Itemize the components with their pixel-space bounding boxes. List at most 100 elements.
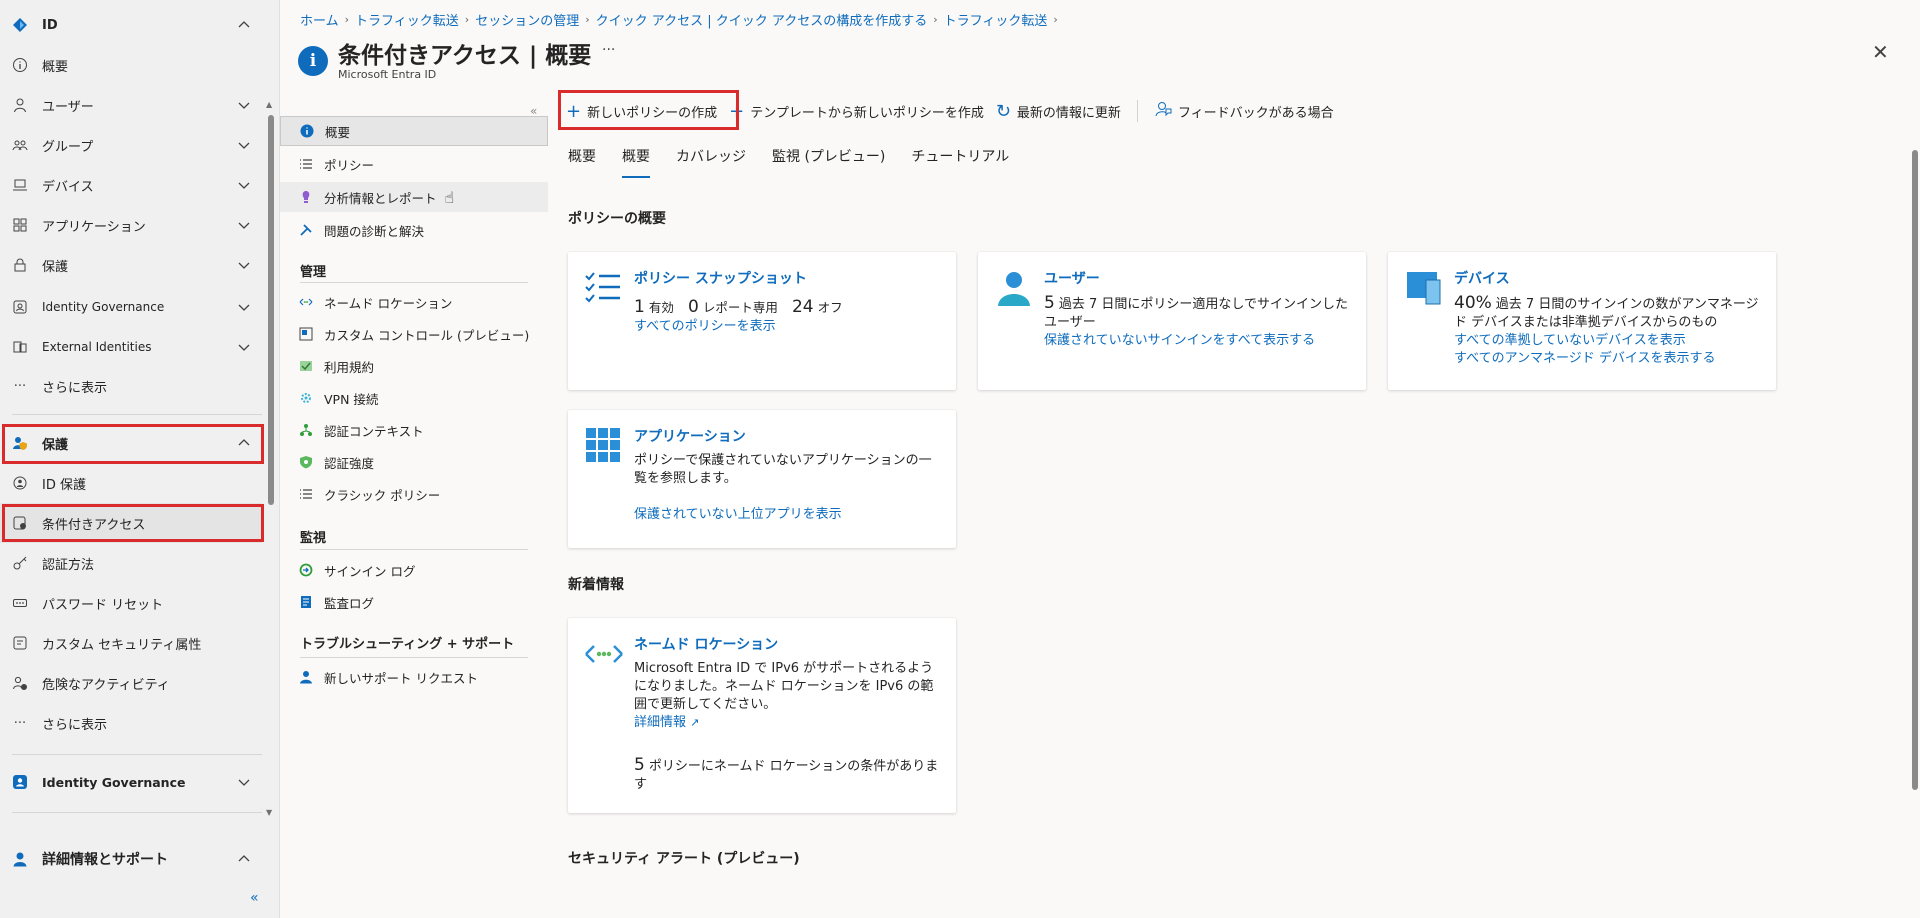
nav-item-identity-governance[interactable]: Identity Governance (0, 287, 262, 327)
main-scrollbar[interactable] (1912, 150, 1918, 790)
chevron-up-icon[interactable] (234, 849, 254, 869)
breadcrumb-link[interactable]: ホーム (300, 10, 339, 29)
breadcrumb-link[interactable]: トラフィック転送 (944, 10, 1048, 29)
card-title[interactable]: アプリケーション (634, 426, 746, 446)
support-icon (10, 849, 30, 869)
chevron-down-icon[interactable] (234, 175, 254, 195)
nav-item-protection-collapsed[interactable]: 保護 (0, 245, 262, 285)
nav-item-id[interactable]: ID (0, 5, 262, 45)
menu-item-new-support-request[interactable]: 新しいサポート リクエスト (280, 662, 548, 692)
menu-item-policies[interactable]: ポリシー (280, 149, 548, 179)
tab-overview-2[interactable]: 概要 (622, 146, 650, 178)
users-card: ユーザー 5 過去 7 日間にポリシー適用なしでサインインしたユーザー 保護されて… (978, 252, 1366, 390)
breadcrumb-link[interactable]: クイック アクセス | クイック アクセスの構成を作成する (596, 10, 928, 29)
nav-item-id-protection[interactable]: ID 保護 (0, 463, 262, 503)
learn-more-link[interactable]: 詳細情報 ↗ (634, 714, 942, 732)
menu-label: クラシック ポリシー (324, 487, 441, 503)
card-title[interactable]: デバイス (1454, 268, 1510, 288)
nav-item-users[interactable]: ユーザー (0, 85, 262, 125)
chevron-up-icon[interactable] (234, 15, 254, 35)
refresh-button[interactable]: ↻ 最新の情報に更新 (990, 94, 1127, 128)
menu-item-diagnose-solve[interactable]: 問題の診断と解決 (280, 215, 548, 245)
nav-item-groups[interactable]: グループ (0, 125, 262, 165)
named-locations-text: Microsoft Entra ID で IPv6 がサポートされるようになりま… (634, 661, 934, 712)
breadcrumb-link[interactable]: トラフィック転送 (355, 10, 459, 29)
menu-item-overview[interactable]: 概要 (280, 116, 548, 146)
nav-label: デバイス (42, 179, 94, 195)
chevron-right-icon: › (1053, 13, 1058, 26)
apps-text: ポリシーで保護されていないアプリケーションの一覧を参照します。 (634, 453, 932, 486)
chevron-down-icon[interactable] (234, 297, 254, 317)
named-policy-count: 5 (634, 755, 645, 775)
menu-item-auth-strength[interactable]: 認証強度 (280, 447, 548, 477)
chevron-down-icon[interactable] (234, 255, 254, 275)
breadcrumb-link[interactable]: セッションの管理 (475, 10, 579, 29)
chevron-down-icon[interactable] (234, 337, 254, 357)
nav-item-learn-support[interactable]: 詳細情報とサポート (0, 839, 262, 879)
feedback-button[interactable]: フィードバックがある場合 (1148, 94, 1340, 128)
more-icon: ··· (13, 378, 27, 394)
chevron-down-icon[interactable] (234, 215, 254, 235)
nav-item-auth-methods[interactable]: 認証方法 (0, 543, 262, 583)
view-noncompliant-devices-link[interactable]: すべての準拠していないデバイスを表示 (1454, 332, 1762, 350)
nav-item-identity-governance-section[interactable]: Identity Governance (0, 762, 262, 802)
menu-item-auth-context[interactable]: 認証コンテキスト (280, 415, 548, 445)
menu-item-named-locations[interactable]: ネームド ロケーション (280, 287, 548, 317)
view-unprotected-signins-link[interactable]: 保護されていないサインインをすべて表示する (1044, 332, 1352, 350)
view-unprotected-apps-link[interactable]: 保護されていない上位アプリを表示 (634, 506, 942, 524)
chevron-down-icon[interactable] (234, 95, 254, 115)
collapse-nav-icon[interactable]: « (250, 890, 259, 906)
menu-item-terms-of-use[interactable]: 利用規約 (280, 351, 548, 381)
nav-item-overview[interactable]: 概要 (0, 45, 262, 85)
left-nav-scrollbar[interactable] (268, 115, 274, 505)
card-title[interactable]: ユーザー (1044, 268, 1100, 288)
nav-label: さらに表示 (42, 717, 108, 733)
menu-item-audit-logs[interactable]: 監査ログ (280, 587, 548, 617)
nav-item-applications[interactable]: アプリケーション (0, 205, 262, 245)
view-unmanaged-devices-link[interactable]: すべてのアンマネージド デバイスを表示する (1454, 350, 1762, 368)
card-title[interactable]: ポリシー スナップショット (634, 268, 807, 288)
named-locations-card: ネームド ロケーション Microsoft Entra ID で IPv6 がサ… (568, 618, 956, 813)
button-label: 最新の情報に更新 (1016, 105, 1121, 121)
nav-item-password-reset[interactable]: パスワード リセット (0, 583, 262, 623)
nav-item-devices[interactable]: デバイス (0, 165, 262, 205)
classic-icon (298, 486, 314, 502)
menu-item-classic-policies[interactable]: クラシック ポリシー (280, 479, 548, 509)
chevron-down-icon[interactable] (234, 135, 254, 155)
signin-icon (298, 562, 314, 578)
close-button[interactable]: ✕ (1872, 40, 1889, 64)
chevron-right-icon: › (933, 13, 938, 26)
info-icon (10, 55, 30, 75)
tab-tutorials[interactable]: チュートリアル (911, 146, 1009, 176)
tab-coverage[interactable]: カバレッジ (676, 146, 746, 176)
nav-item-show-more-protection[interactable]: ··· さらに表示 (0, 703, 262, 743)
devices-text: 過去 7 日間のサインインの数がアンマネージド デバイスまたは非準拠デバイスから… (1454, 297, 1759, 330)
apps-icon (10, 215, 30, 235)
nav-item-custom-security-attributes[interactable]: カスタム セキュリティ属性 (0, 623, 262, 663)
nav-item-external-identities[interactable]: External Identities (0, 327, 262, 367)
view-all-policies-link[interactable]: すべてのポリシーを表示 (634, 318, 942, 336)
scroll-up-arrow[interactable]: ▲ (266, 100, 272, 109)
more-options-button[interactable]: ··· (602, 42, 615, 58)
more-icon: ··· (13, 715, 27, 731)
highlight-box (2, 504, 264, 542)
menu-item-custom-controls[interactable]: カスタム コントロール (プレビュー) (280, 319, 548, 349)
person-icon (10, 95, 30, 115)
menu-label: サインイン ログ (324, 563, 416, 579)
menu-item-insights-reports[interactable]: 分析情報とレポート ☝ (280, 182, 548, 212)
key-icon (10, 553, 30, 573)
chevron-down-icon[interactable] (234, 772, 254, 792)
off-label: オフ (817, 300, 843, 315)
card-title[interactable]: ネームド ロケーション (634, 634, 778, 654)
nav-label: 保護 (42, 259, 69, 275)
scroll-down-arrow[interactable]: ▼ (266, 808, 272, 817)
tab-monitoring[interactable]: 監視 (プレビュー) (772, 146, 885, 176)
nav-item-show-more[interactable]: ··· さらに表示 (0, 366, 262, 406)
menu-item-vpn-connectivity[interactable]: VPN 接続 (280, 383, 548, 413)
new-policy-from-template-button[interactable]: + テンプレートから新しいポリシーを作成 (723, 94, 990, 128)
nav-item-risky-activities[interactable]: 危険なアクティビティ (0, 663, 262, 703)
card-body: Microsoft Entra ID で IPv6 がサポートされるようになりま… (634, 660, 942, 794)
menu-item-signin-logs[interactable]: サインイン ログ (280, 555, 548, 585)
tab-overview-1[interactable]: 概要 (568, 146, 596, 176)
button-label: フィードバックがある場合 (1177, 105, 1334, 121)
